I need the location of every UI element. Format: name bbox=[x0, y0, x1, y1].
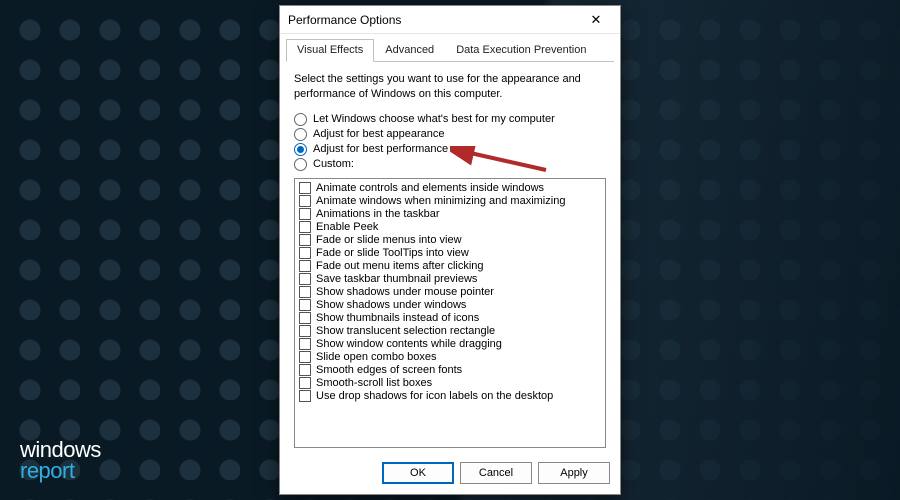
list-item[interactable]: Show shadows under windows bbox=[299, 299, 601, 312]
checkbox-icon bbox=[299, 208, 311, 220]
radio-option[interactable]: Custom: bbox=[294, 157, 606, 172]
list-item[interactable]: Save taskbar thumbnail previews bbox=[299, 273, 601, 286]
checkbox-icon bbox=[299, 338, 311, 350]
radio-icon bbox=[294, 113, 307, 126]
list-item-label: Smooth edges of screen fonts bbox=[316, 364, 462, 376]
list-item-label: Show shadows under mouse pointer bbox=[316, 286, 494, 298]
list-item-label: Smooth-scroll list boxes bbox=[316, 377, 432, 389]
list-item-label: Animations in the taskbar bbox=[316, 208, 440, 220]
checkbox-icon bbox=[299, 351, 311, 363]
list-item[interactable]: Fade or slide menus into view bbox=[299, 234, 601, 247]
list-item[interactable]: Smooth-scroll list boxes bbox=[299, 377, 601, 390]
watermark-line2: report bbox=[20, 461, 101, 482]
list-item-label: Show translucent selection rectangle bbox=[316, 325, 495, 337]
list-item[interactable]: Show shadows under mouse pointer bbox=[299, 286, 601, 299]
dialog-buttons: OK Cancel Apply bbox=[280, 454, 620, 494]
list-item-label: Show shadows under windows bbox=[316, 299, 466, 311]
tab-data-execution-prevention[interactable]: Data Execution Prevention bbox=[445, 39, 597, 62]
cancel-button[interactable]: Cancel bbox=[460, 462, 532, 484]
close-icon: ✕ bbox=[591, 12, 602, 28]
checkbox-icon bbox=[299, 325, 311, 337]
list-item-label: Show window contents while dragging bbox=[316, 338, 502, 350]
list-item[interactable]: Fade or slide ToolTips into view bbox=[299, 247, 601, 260]
radio-label: Let Windows choose what's best for my co… bbox=[313, 113, 555, 125]
radio-label: Adjust for best performance bbox=[313, 143, 448, 155]
ok-button[interactable]: OK bbox=[382, 462, 454, 484]
list-item-label: Save taskbar thumbnail previews bbox=[316, 273, 477, 285]
list-item-label: Fade or slide ToolTips into view bbox=[316, 247, 469, 259]
list-item[interactable]: Fade out menu items after clicking bbox=[299, 260, 601, 273]
checkbox-icon bbox=[299, 286, 311, 298]
window-title: Performance Options bbox=[288, 13, 580, 27]
radio-option[interactable]: Adjust for best performance bbox=[294, 142, 606, 157]
list-item-label: Animate controls and elements inside win… bbox=[316, 182, 544, 194]
list-item-label: Use drop shadows for icon labels on the … bbox=[316, 390, 553, 402]
list-item[interactable]: Show thumbnails instead of icons bbox=[299, 312, 601, 325]
checkbox-icon bbox=[299, 247, 311, 259]
windowsreport-watermark: windows report bbox=[20, 440, 101, 482]
radio-icon bbox=[294, 128, 307, 141]
list-item[interactable]: Use drop shadows for icon labels on the … bbox=[299, 390, 601, 403]
tab-visual-effects[interactable]: Visual Effects bbox=[286, 39, 374, 62]
cancel-label: Cancel bbox=[479, 467, 513, 479]
list-item-label: Show thumbnails instead of icons bbox=[316, 312, 479, 324]
apply-label: Apply bbox=[560, 467, 588, 479]
apply-button[interactable]: Apply bbox=[538, 462, 610, 484]
checkbox-icon bbox=[299, 234, 311, 246]
checkbox-icon bbox=[299, 312, 311, 324]
radio-icon bbox=[294, 143, 307, 156]
intro-text: Select the settings you want to use for … bbox=[294, 72, 606, 102]
checkbox-icon bbox=[299, 299, 311, 311]
list-item-label: Animate windows when minimizing and maxi… bbox=[316, 195, 565, 207]
performance-options-dialog: Performance Options ✕ Visual EffectsAdva… bbox=[279, 5, 621, 495]
list-item[interactable]: Show translucent selection rectangle bbox=[299, 325, 601, 338]
list-item[interactable]: Animations in the taskbar bbox=[299, 208, 601, 221]
radio-group: Let Windows choose what's best for my co… bbox=[294, 112, 606, 172]
checkbox-icon bbox=[299, 377, 311, 389]
radio-option[interactable]: Adjust for best appearance bbox=[294, 127, 606, 142]
checkbox-icon bbox=[299, 195, 311, 207]
list-item-label: Enable Peek bbox=[316, 221, 378, 233]
tab-strip: Visual EffectsAdvancedData Execution Pre… bbox=[280, 34, 620, 61]
checkbox-icon bbox=[299, 364, 311, 376]
checkbox-icon bbox=[299, 221, 311, 233]
list-item[interactable]: Smooth edges of screen fonts bbox=[299, 364, 601, 377]
checkbox-icon bbox=[299, 182, 311, 194]
list-item[interactable]: Show window contents while dragging bbox=[299, 338, 601, 351]
list-item[interactable]: Animate controls and elements inside win… bbox=[299, 182, 601, 195]
list-item[interactable]: Animate windows when minimizing and maxi… bbox=[299, 195, 601, 208]
checkbox-icon bbox=[299, 390, 311, 402]
radio-label: Custom: bbox=[313, 158, 354, 170]
tab-content: Select the settings you want to use for … bbox=[280, 62, 620, 454]
list-item[interactable]: Slide open combo boxes bbox=[299, 351, 601, 364]
radio-option[interactable]: Let Windows choose what's best for my co… bbox=[294, 112, 606, 127]
checkbox-icon bbox=[299, 260, 311, 272]
close-button[interactable]: ✕ bbox=[580, 6, 612, 34]
radio-label: Adjust for best appearance bbox=[313, 128, 444, 140]
list-item-label: Slide open combo boxes bbox=[316, 351, 436, 363]
effects-listbox[interactable]: Animate controls and elements inside win… bbox=[294, 178, 606, 448]
ok-label: OK bbox=[410, 467, 426, 479]
list-item[interactable]: Enable Peek bbox=[299, 221, 601, 234]
radio-icon bbox=[294, 158, 307, 171]
checkbox-icon bbox=[299, 273, 311, 285]
tab-advanced[interactable]: Advanced bbox=[374, 39, 445, 62]
list-item-label: Fade or slide menus into view bbox=[316, 234, 462, 246]
titlebar[interactable]: Performance Options ✕ bbox=[280, 6, 620, 34]
list-item-label: Fade out menu items after clicking bbox=[316, 260, 484, 272]
